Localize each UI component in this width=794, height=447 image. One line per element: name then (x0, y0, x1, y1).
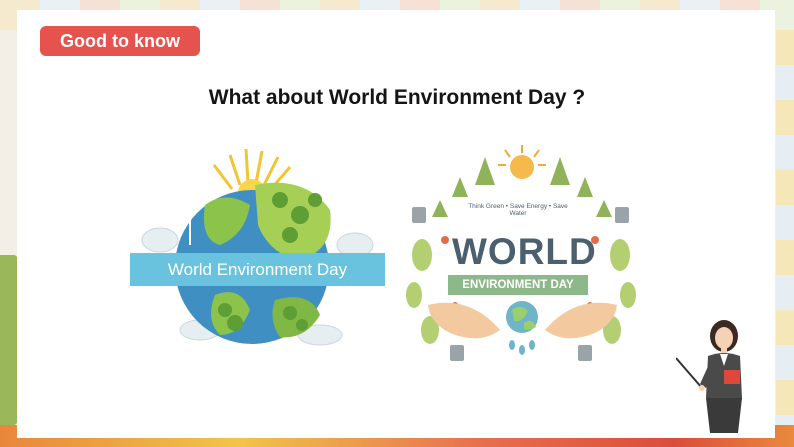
wreath-subtitle: ENVIRONMENT DAY (462, 279, 574, 291)
wreath-tagline: Think Green • Save Energy • Save Water (468, 203, 568, 217)
slide-heading: What about World Environment Day ? (208, 86, 586, 109)
good-to-know-badge: Good to know (40, 26, 200, 56)
globe-banner-text: World Environment Day (167, 260, 348, 279)
wreath-title: WORLD (452, 231, 597, 272)
teacher-icon (676, 320, 742, 433)
pointer-icon (676, 357, 703, 389)
wreath-sun-icon (498, 145, 546, 179)
